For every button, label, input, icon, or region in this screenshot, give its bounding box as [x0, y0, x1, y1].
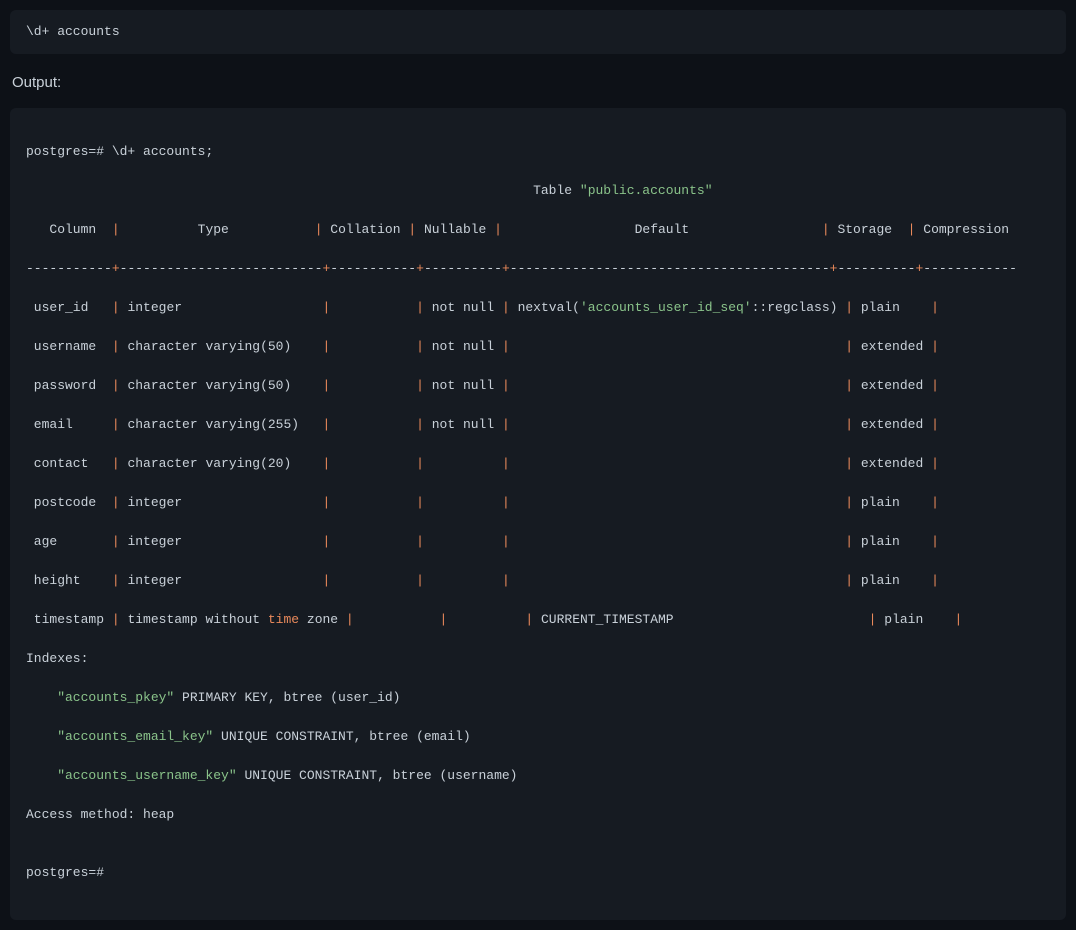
table-row: postcode | integer | | | | plain |	[26, 493, 1050, 513]
prompt-line-2: postgres=#	[26, 863, 1050, 883]
table-row: email | character varying(255) | | not n…	[26, 415, 1050, 435]
terminal-output: postgres=# \d+ accounts; Table "public.a…	[10, 108, 1066, 920]
index-entry: "accounts_pkey" PRIMARY KEY, btree (user…	[26, 688, 1050, 708]
prompt-line-1: postgres=# \d+ accounts;	[26, 142, 1050, 162]
table-row: contact | character varying(20) | | | | …	[26, 454, 1050, 474]
index-entry: "accounts_username_key" UNIQUE CONSTRAIN…	[26, 766, 1050, 786]
table-row: age | integer | | | | plain |	[26, 532, 1050, 552]
table-name: "public.accounts"	[580, 183, 713, 198]
prompt-command: \d+ accounts;	[112, 144, 213, 159]
table-title-line: Table "public.accounts"	[26, 181, 1050, 201]
index-entry: "accounts_email_key" UNIQUE CONSTRAINT, …	[26, 727, 1050, 747]
command-text: \d+ accounts	[26, 24, 120, 39]
prompt-text: postgres=#	[26, 144, 112, 159]
separator-row: -----------+--------------------------+-…	[26, 259, 1050, 279]
table-row: timestamp | timestamp without time zone …	[26, 610, 1050, 630]
output-label: Output:	[12, 72, 1066, 95]
table-row: password | character varying(50) | | not…	[26, 376, 1050, 396]
access-method: Access method: heap	[26, 805, 1050, 825]
header-row: Column | Type | Collation | Nullable | D…	[26, 220, 1050, 240]
table-row: user_id | integer | | not null | nextval…	[26, 298, 1050, 318]
table-row: height | integer | | | | plain |	[26, 571, 1050, 591]
table-row: username | character varying(50) | | not…	[26, 337, 1050, 357]
indexes-label: Indexes:	[26, 649, 1050, 669]
command-code-block: \d+ accounts	[10, 10, 1066, 54]
